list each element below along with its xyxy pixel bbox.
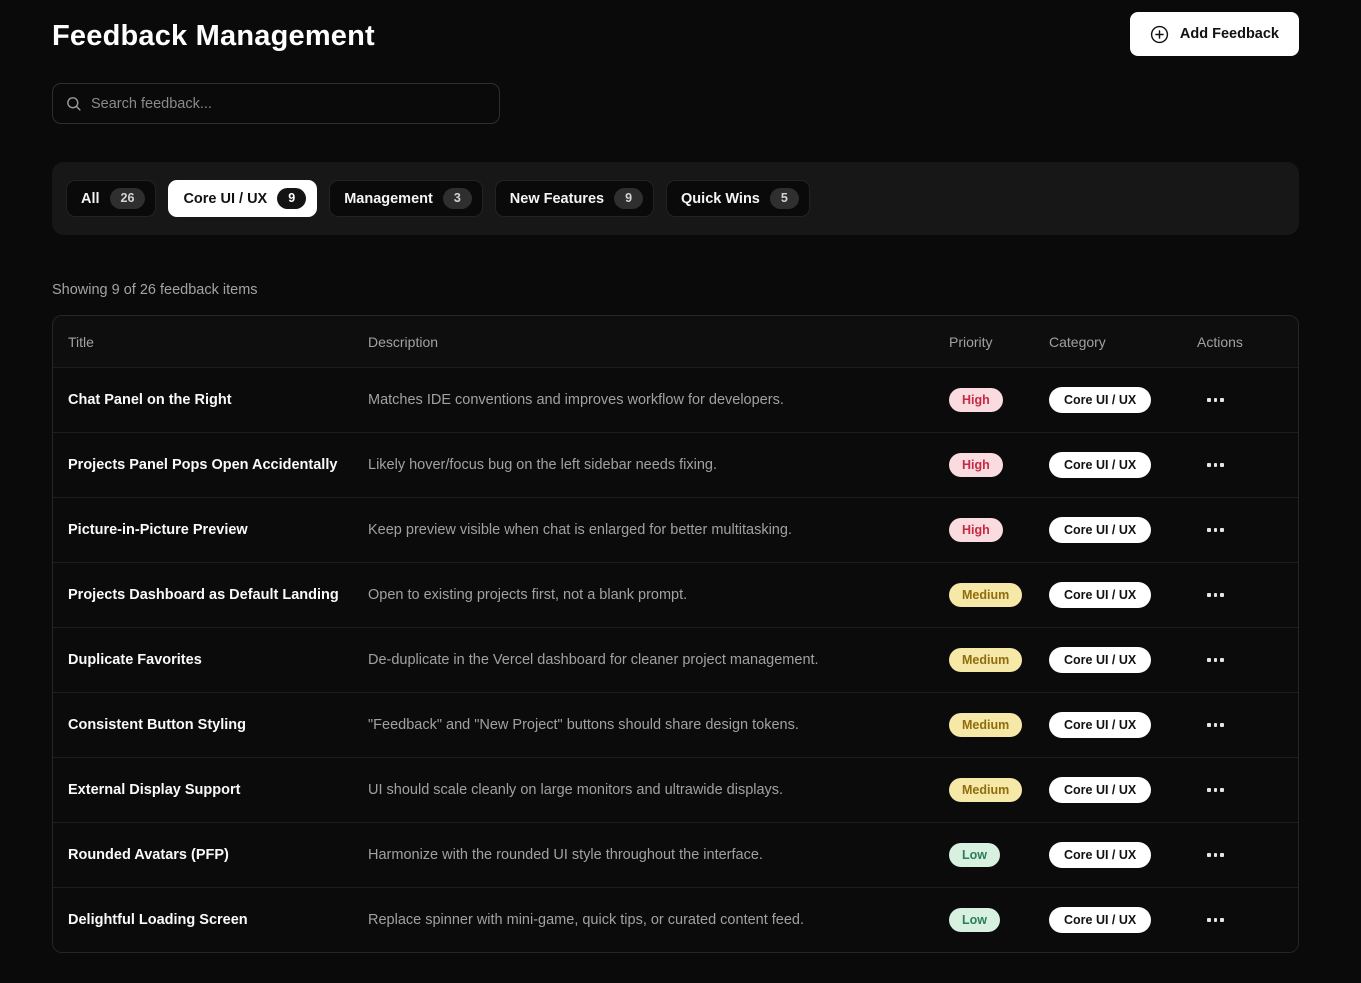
- priority-badge: High: [949, 518, 1003, 543]
- ellipsis-icon: [1207, 723, 1211, 727]
- filter-tab-label: All: [81, 191, 100, 207]
- feedback-description: De-duplicate in the Vercel dashboard for…: [368, 652, 949, 668]
- priority-badge: High: [949, 388, 1003, 413]
- column-header-description: Description: [368, 334, 949, 350]
- table-row: Chat Panel on the Right Matches IDE conv…: [53, 367, 1298, 432]
- feedback-description: Matches IDE conventions and improves wor…: [368, 392, 949, 408]
- filter-tab-label: Core UI / UX: [183, 191, 267, 207]
- plus-circle-icon: [1150, 25, 1169, 44]
- filter-tabs: All 26 Core UI / UX 9 Management 3 New F…: [66, 180, 810, 217]
- table-row: Projects Panel Pops Open Accidentally Li…: [53, 432, 1298, 497]
- table-row: External Display Support UI should scale…: [53, 757, 1298, 822]
- table-row: Delightful Loading Screen Replace spinne…: [53, 887, 1298, 952]
- category-pill: Core UI / UX: [1049, 517, 1151, 544]
- feedback-table: Title Description Priority Category Acti…: [52, 315, 1299, 953]
- filter-tab-new-features[interactable]: New Features 9: [495, 180, 654, 217]
- filter-tab-count: 5: [770, 188, 799, 209]
- filter-tab-quick-wins[interactable]: Quick Wins 5: [666, 180, 810, 217]
- filter-tab-label: New Features: [510, 191, 604, 207]
- ellipsis-icon: [1207, 918, 1211, 922]
- results-summary: Showing 9 of 26 feedback items: [52, 282, 1299, 298]
- category-pill: Core UI / UX: [1049, 582, 1151, 609]
- column-header-category: Category: [1049, 334, 1197, 350]
- table-row: Projects Dashboard as Default Landing Op…: [53, 562, 1298, 627]
- category-pill: Core UI / UX: [1049, 647, 1151, 674]
- row-actions-button[interactable]: [1201, 650, 1230, 670]
- search-box[interactable]: [52, 83, 500, 124]
- row-actions-button[interactable]: [1201, 520, 1230, 540]
- ellipsis-icon: [1207, 463, 1211, 467]
- priority-badge: Medium: [949, 778, 1022, 803]
- filter-tab-count: 9: [614, 188, 643, 209]
- feedback-description: Keep preview visible when chat is enlarg…: [368, 522, 949, 538]
- table-row: Duplicate Favorites De-duplicate in the …: [53, 627, 1298, 692]
- feedback-description: UI should scale cleanly on large monitor…: [368, 782, 949, 798]
- add-feedback-label: Add Feedback: [1180, 26, 1279, 42]
- category-pill: Core UI / UX: [1049, 842, 1151, 869]
- feedback-description: Open to existing projects first, not a b…: [368, 587, 949, 603]
- page-title: Feedback Management: [52, 12, 375, 53]
- ellipsis-icon: [1207, 853, 1211, 857]
- category-pill: Core UI / UX: [1049, 777, 1151, 804]
- filter-tab-label: Management: [344, 191, 433, 207]
- ellipsis-icon: [1207, 528, 1211, 532]
- row-actions-button[interactable]: [1201, 390, 1230, 410]
- column-header-priority: Priority: [949, 334, 1049, 350]
- filter-tab-count: 3: [443, 188, 472, 209]
- priority-badge: High: [949, 453, 1003, 478]
- ellipsis-icon: [1207, 658, 1211, 662]
- table-row: Rounded Avatars (PFP) Harmonize with the…: [53, 822, 1298, 887]
- feedback-description: "Feedback" and "New Project" buttons sho…: [368, 717, 949, 733]
- column-header-title: Title: [68, 334, 368, 350]
- priority-badge: Low: [949, 908, 1000, 933]
- priority-badge: Low: [949, 843, 1000, 868]
- ellipsis-icon: [1207, 788, 1211, 792]
- table-body: Chat Panel on the Right Matches IDE conv…: [53, 367, 1298, 952]
- filter-tab-management[interactable]: Management 3: [329, 180, 483, 217]
- row-actions-button[interactable]: [1201, 780, 1230, 800]
- table-header-row: Title Description Priority Category Acti…: [53, 316, 1298, 367]
- feedback-management-page: Feedback Management Add Feedback All 26: [0, 0, 1361, 983]
- row-actions-button[interactable]: [1201, 455, 1230, 475]
- filter-tab-all[interactable]: All 26: [66, 180, 156, 217]
- feedback-description: Harmonize with the rounded UI style thro…: [368, 847, 949, 863]
- feedback-title: Projects Dashboard as Default Landing: [68, 587, 368, 603]
- feedback-title: Chat Panel on the Right: [68, 392, 368, 408]
- filter-tab-count: 26: [110, 188, 146, 209]
- category-pill: Core UI / UX: [1049, 452, 1151, 479]
- row-actions-button[interactable]: [1201, 585, 1230, 605]
- filter-bar: All 26 Core UI / UX 9 Management 3 New F…: [52, 162, 1299, 235]
- filter-tab-core-ui-ux[interactable]: Core UI / UX 9: [168, 180, 317, 217]
- search-input[interactable]: [91, 96, 487, 112]
- search-icon: [65, 95, 82, 112]
- ellipsis-icon: [1207, 593, 1211, 597]
- filter-tab-count: 9: [277, 188, 306, 209]
- priority-badge: Medium: [949, 583, 1022, 608]
- page-header: Feedback Management Add Feedback: [52, 12, 1299, 56]
- priority-badge: Medium: [949, 648, 1022, 673]
- category-pill: Core UI / UX: [1049, 907, 1151, 934]
- feedback-title: Duplicate Favorites: [68, 652, 368, 668]
- ellipsis-icon: [1207, 398, 1211, 402]
- feedback-title: Delightful Loading Screen: [68, 912, 368, 928]
- column-header-actions: Actions: [1197, 334, 1283, 350]
- table-row: Picture-in-Picture Preview Keep preview …: [53, 497, 1298, 562]
- feedback-title: Consistent Button Styling: [68, 717, 368, 733]
- feedback-title: External Display Support: [68, 782, 368, 798]
- add-feedback-button[interactable]: Add Feedback: [1130, 12, 1299, 56]
- feedback-description: Replace spinner with mini-game, quick ti…: [368, 912, 949, 928]
- feedback-title: Projects Panel Pops Open Accidentally: [68, 457, 368, 473]
- category-pill: Core UI / UX: [1049, 712, 1151, 739]
- table-row: Consistent Button Styling "Feedback" and…: [53, 692, 1298, 757]
- row-actions-button[interactable]: [1201, 845, 1230, 865]
- feedback-description: Likely hover/focus bug on the left sideb…: [368, 457, 949, 473]
- filter-tab-label: Quick Wins: [681, 191, 760, 207]
- feedback-title: Picture-in-Picture Preview: [68, 522, 368, 538]
- category-pill: Core UI / UX: [1049, 387, 1151, 414]
- row-actions-button[interactable]: [1201, 715, 1230, 735]
- row-actions-button[interactable]: [1201, 910, 1230, 930]
- feedback-title: Rounded Avatars (PFP): [68, 847, 368, 863]
- priority-badge: Medium: [949, 713, 1022, 738]
